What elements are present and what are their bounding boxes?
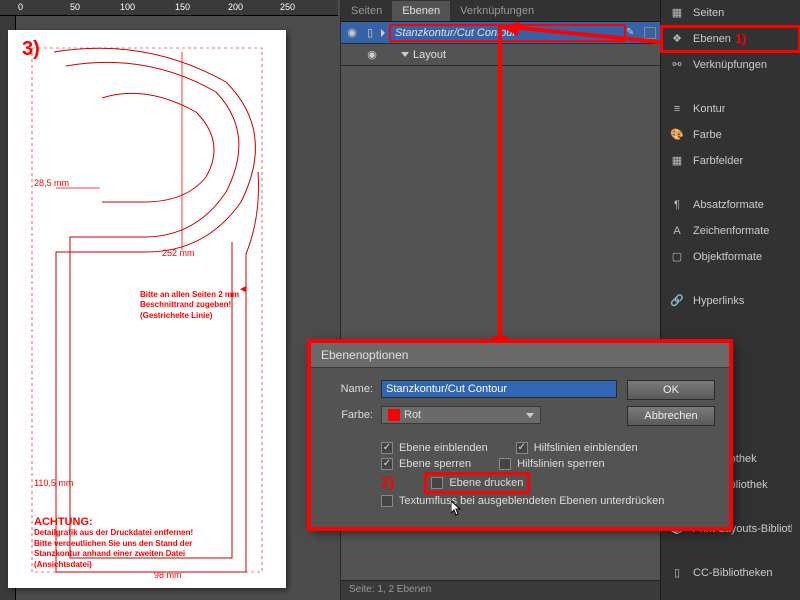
para-icon: ¶ <box>669 197 685 213</box>
dimension-3: 110,5 mm <box>34 478 73 488</box>
marker: ◄ <box>238 284 248 295</box>
annotation-step2: 2) <box>381 474 394 491</box>
cc-icon: ▯ <box>669 565 685 581</box>
tab-verknuepfungen[interactable]: Verknüpfungen <box>450 1 544 21</box>
checkbox-print-layer[interactable]: Ebene drucken <box>428 476 526 490</box>
sidebar-item-seiten[interactable]: ▦Seiten <box>661 0 800 26</box>
char-icon: A <box>669 223 685 239</box>
lock-icon[interactable]: ▯ <box>363 26 377 40</box>
sidebar-item-farbe[interactable]: 🎨Farbe <box>661 122 800 148</box>
sidebar-item-cc-bibliotheken[interactable]: ▯CC-Bibliotheken <box>661 560 800 586</box>
color-label: Farbe: <box>325 409 373 421</box>
color-dropdown[interactable]: Rot <box>381 406 541 424</box>
swatch-icon: ▦ <box>669 153 685 169</box>
dialog-title: Ebenenoptionen <box>311 343 729 368</box>
dimension-1: 28,5 mm <box>34 178 69 188</box>
layer-row-cutcontour[interactable]: ◉ ▯ Stanzkontur/Cut Contour ✎ <box>341 22 660 44</box>
expand-icon[interactable] <box>401 52 409 57</box>
panel-footer: Seite: 1, 2 Ebenen <box>341 580 660 600</box>
color-swatch <box>388 409 400 421</box>
links-icon: ⚯ <box>669 57 685 73</box>
sidebar-item-ebenen[interactable]: ❖Ebenen1) <box>661 26 800 52</box>
ruler-horizontal: 0 50 100 150 200 250 <box>0 0 338 16</box>
sidebar-item-farbfelder[interactable]: ▦Farbfelder <box>661 148 800 174</box>
checkbox-show-guides[interactable]: ✓Hilfslinien einblenden <box>516 442 638 454</box>
sidebar-item-verknuepfungen[interactable]: ⚯Verknüpfungen <box>661 52 800 78</box>
sidebar-item-absatzformate[interactable]: ¶Absatzformate <box>661 192 800 218</box>
layer-row-layout[interactable]: ◉ Layout <box>341 44 660 66</box>
checkbox-lock-layer[interactable]: ✓Ebene sperren <box>381 458 471 470</box>
annotation-step1: 1) <box>735 31 747 46</box>
panel-tabs: Seiten Ebenen Verknüpfungen <box>341 0 660 22</box>
document-page[interactable]: 3) 28,5 mm 252 mm 110,5 mm 98 mm ◄ Bitte… <box>8 30 286 588</box>
layers-icon: ❖ <box>669 31 685 47</box>
bleed-note: Bitte an allen Seiten 2 mm Beschnittrand… <box>140 290 239 321</box>
tab-seiten[interactable]: Seiten <box>341 1 392 21</box>
name-label: Name: <box>325 383 373 395</box>
warning-title: ACHTUNG: <box>34 516 93 528</box>
stroke-icon: ≡ <box>669 101 685 117</box>
dimension-4: 98 mm <box>154 570 182 580</box>
dimension-2: 252 mm <box>162 248 195 258</box>
checkbox-lock-guides[interactable]: Hilfslinien sperren <box>499 458 604 470</box>
layer-color-swatch <box>644 27 656 39</box>
name-input[interactable] <box>381 380 617 398</box>
cancel-button[interactable]: Abbrechen <box>627 406 715 426</box>
tab-ebenen[interactable]: Ebenen <box>392 1 450 21</box>
sidebar-item-hyperlinks[interactable]: 🔗Hyperlinks <box>661 288 800 314</box>
expand-icon[interactable] <box>381 29 385 37</box>
layer-name: Stanzkontur/Cut Contour <box>389 24 626 42</box>
ok-button[interactable]: OK <box>627 380 715 400</box>
link-icon: 🔗 <box>669 293 685 309</box>
color-icon: 🎨 <box>669 127 685 143</box>
sidebar-item-zeichenformate[interactable]: AZeichenformate <box>661 218 800 244</box>
chevron-down-icon <box>526 413 534 418</box>
obj-icon: ▢ <box>669 249 685 265</box>
warning-text: Detailgrafik aus der Druckdatei entferne… <box>34 528 234 570</box>
checkbox-show-layer[interactable]: ✓Ebene einblenden <box>381 442 488 454</box>
pen-icon: ✎ <box>626 27 640 38</box>
layer-options-dialog: Ebenenoptionen Name: Farbe: Rot OK Abbre… <box>310 342 730 528</box>
sidebar-item-kontur[interactable]: ≡Kontur <box>661 96 800 122</box>
sidebar-item-objektformate[interactable]: ▢Objektformate <box>661 244 800 270</box>
canvas-area: 0 50 100 150 200 250 3) 28,5 mm 252 mm 1… <box>0 0 340 600</box>
visibility-icon[interactable]: ◉ <box>365 48 379 62</box>
layer-name: Layout <box>413 49 660 61</box>
visibility-icon[interactable]: ◉ <box>345 26 359 40</box>
pages-icon: ▦ <box>669 5 685 21</box>
checkbox-suppress-textwrap[interactable]: Textumfluss bei ausgeblendeten Ebenen un… <box>381 495 664 507</box>
